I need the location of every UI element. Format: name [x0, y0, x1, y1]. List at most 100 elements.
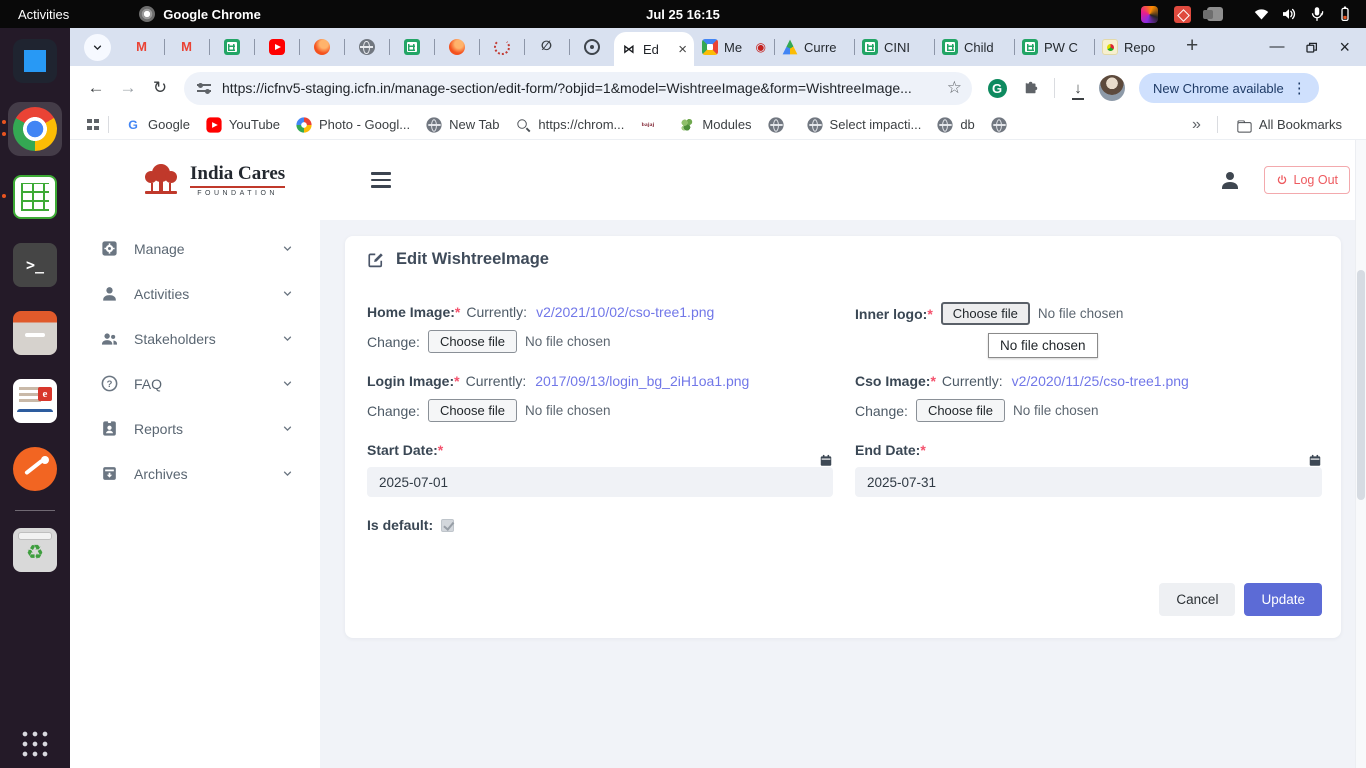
tab[interactable]: Me ◉	[694, 28, 774, 66]
focused-app-menu[interactable]: Google Chrome	[139, 6, 261, 22]
clock[interactable]: Jul 25 16:15	[646, 7, 720, 22]
calendar-icon[interactable]	[1308, 453, 1322, 468]
url-input[interactable]	[222, 80, 947, 96]
bookmarks-bar: Google YouTube Photo - Googl... New Tab	[70, 110, 1366, 140]
sidebar-item-label: Stakeholders	[134, 331, 216, 347]
all-bookmarks-button[interactable]: All Bookmarks	[1228, 115, 1350, 135]
scrollbar-thumb[interactable]	[1357, 270, 1365, 500]
downloads-button[interactable]: ↓	[1063, 73, 1093, 103]
tab[interactable]: Child	[934, 28, 1014, 66]
bookmark-item[interactable]	[632, 115, 671, 135]
sidebar-item[interactable]: Stakeholders	[70, 316, 320, 361]
tab-close-icon[interactable]: ×	[678, 42, 687, 57]
forward-button[interactable]: →	[114, 74, 142, 102]
pinned-tab[interactable]	[524, 28, 569, 66]
tab-active[interactable]: Ed ×	[614, 32, 694, 66]
bookmark-item[interactable]	[983, 115, 1022, 135]
pinned-tab[interactable]	[479, 28, 524, 66]
pinned-tab[interactable]	[254, 28, 299, 66]
system-status-area[interactable]	[1253, 5, 1354, 23]
photos-icon	[296, 117, 311, 132]
sidebar-item-label: Archives	[134, 466, 188, 482]
tab-search-button[interactable]	[84, 34, 111, 61]
inner-logo-choose-file-button[interactable]: Choose file	[941, 302, 1030, 325]
bookmark-item[interactable]: db	[929, 115, 982, 135]
dock-chrome-icon[interactable]	[8, 102, 62, 156]
bookmark-item[interactable]: Photo - Googl...	[288, 115, 418, 135]
grammarly-extension-icon[interactable]: G	[982, 73, 1012, 103]
calendar-icon[interactable]	[819, 453, 833, 468]
bookmark-item[interactable]: Select impacti...	[799, 115, 930, 135]
pinned-tab[interactable]	[299, 28, 344, 66]
home-image-choose-file-button[interactable]: Choose file	[428, 330, 517, 353]
tab[interactable]: CINI	[854, 28, 934, 66]
close-button[interactable]: ×	[1339, 37, 1350, 58]
logout-button[interactable]: Log Out	[1264, 166, 1350, 194]
cancel-button[interactable]: Cancel	[1159, 583, 1235, 616]
sidebar-item[interactable]: Manage	[70, 226, 320, 271]
dock-files-icon[interactable]	[8, 306, 62, 360]
dock-terminal-icon[interactable]: >_	[8, 238, 62, 292]
site-settings-tune-icon[interactable]	[196, 80, 212, 96]
bookmark-item[interactable]: Modules	[671, 115, 759, 135]
bookmark-item[interactable]: YouTube	[198, 115, 288, 135]
bookmark-item[interactable]: https://chrom...	[507, 115, 632, 135]
login-image-choose-file-button[interactable]: Choose file	[428, 399, 517, 422]
chat-indicator-icon[interactable]	[1207, 7, 1223, 21]
tab[interactable]: Curre	[774, 28, 854, 66]
screen-share-indicator-icon[interactable]	[1174, 6, 1191, 23]
cso-image-choose-file-button[interactable]: Choose file	[916, 399, 1005, 422]
activities-button[interactable]: Activities	[0, 0, 87, 28]
dock-trash-icon[interactable]	[8, 523, 62, 577]
pinned-tab[interactable]	[164, 28, 209, 66]
is-default-checkbox[interactable]	[441, 519, 454, 532]
page-scrollbar[interactable]	[1355, 140, 1366, 768]
update-button[interactable]: Update	[1244, 583, 1322, 616]
sheets-icon	[862, 39, 878, 55]
site-logo[interactable]: India Cares Foundation	[140, 161, 285, 199]
dock-vscode-icon[interactable]	[8, 34, 62, 88]
update-chrome-chip[interactable]: New Chrome available ⋮	[1139, 73, 1319, 103]
back-button[interactable]: ←	[82, 74, 110, 102]
bookmark-item[interactable]: New Tab	[418, 115, 507, 135]
system-tray[interactable]	[1141, 5, 1354, 23]
bookmark-item[interactable]: Google	[117, 115, 198, 135]
pinned-tab[interactable]	[119, 28, 164, 66]
dock-postman-icon[interactable]	[8, 442, 62, 496]
reload-button[interactable]: ↻	[146, 74, 174, 102]
tab[interactable]: Repo	[1094, 28, 1174, 66]
sidebar-toggle-hamburger-icon[interactable]	[371, 172, 391, 188]
app-indicator-cube-icon[interactable]	[1141, 6, 1158, 23]
dock-libreoffice-calc-icon[interactable]	[8, 170, 62, 224]
bookmarks-overflow-chevron[interactable]: »	[1186, 116, 1207, 134]
sidebar-item[interactable]: Archives	[70, 451, 320, 496]
sidebar-item[interactable]: FAQ	[70, 361, 320, 406]
start-date-input[interactable]	[367, 467, 833, 497]
new-tab-button[interactable]: +	[1174, 34, 1210, 61]
pinned-tab[interactable]	[389, 28, 434, 66]
pinned-tab[interactable]	[569, 28, 614, 66]
pinned-tab[interactable]	[209, 28, 254, 66]
login-image-file-link[interactable]: 2017/09/13/login_bg_2iH1oa1.png	[535, 373, 749, 389]
profile-avatar[interactable]	[1097, 73, 1127, 103]
pinned-tab[interactable]	[344, 28, 389, 66]
restore-button[interactable]	[1304, 40, 1319, 55]
omnibox[interactable]: ☆	[184, 72, 972, 105]
tab[interactable]: PW C	[1014, 28, 1094, 66]
update-chip-label: New Chrome available	[1153, 81, 1284, 96]
pinned-tab[interactable]	[434, 28, 479, 66]
minimize-button[interactable]: —	[1269, 42, 1284, 52]
bookmark-star-icon[interactable]: ☆	[947, 78, 962, 98]
home-image-file-link[interactable]: v2/2021/10/02/cso-tree1.png	[536, 304, 714, 320]
cso-image-file-link[interactable]: v2/2020/11/25/cso-tree1.png	[1012, 373, 1189, 389]
bookmark-item[interactable]	[760, 115, 799, 135]
menu-dots-icon[interactable]: ⋮	[1284, 79, 1315, 97]
apps-grid-icon[interactable]	[86, 118, 100, 132]
dock-document-viewer-icon[interactable]	[8, 374, 62, 428]
end-date-input[interactable]	[855, 467, 1322, 497]
sidebar-item[interactable]: Reports	[70, 406, 320, 451]
user-profile-icon[interactable]	[1218, 168, 1242, 192]
show-applications-grid-icon[interactable]	[21, 730, 49, 758]
extensions-puzzle-icon[interactable]	[1016, 73, 1046, 103]
sidebar-item[interactable]: Activities	[70, 271, 320, 316]
